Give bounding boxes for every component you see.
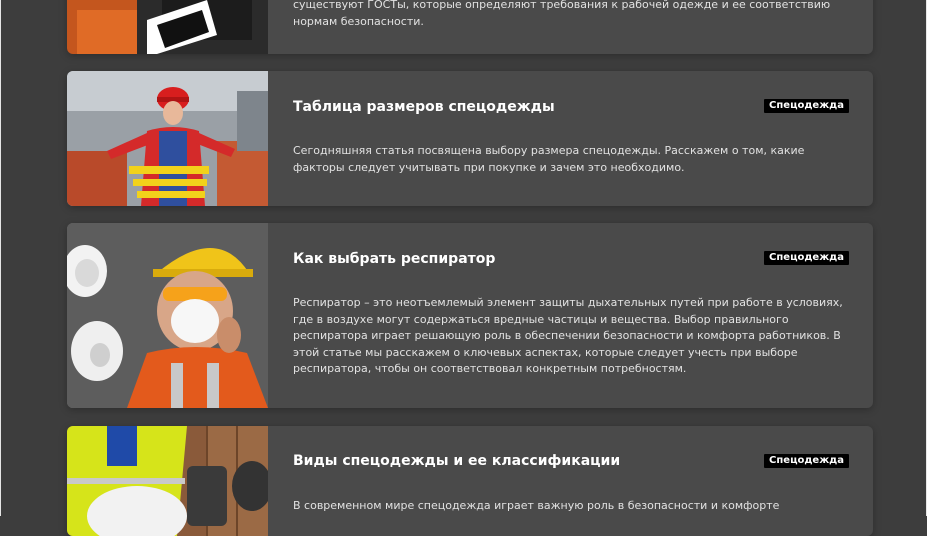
article-excerpt: В современном мире спецодежда играет важ… [293,499,780,512]
article-card-gost[interactable]: существуют ГОСТы, которые определяют тре… [67,0,873,54]
category-badge[interactable]: Спецодежда [764,454,849,468]
article-title[interactable]: Виды спецодежды и ее классификации [293,453,620,469]
frame-edge-left [0,0,1,516]
article-card-respirator[interactable]: Как выбрать респиратор Спецодежда Респир… [67,223,873,408]
article-image-respirator[interactable] [67,223,268,408]
article-image-gost[interactable] [67,0,268,54]
article-image-workwear-types[interactable] [67,426,268,536]
article-title[interactable]: Таблица размеров спецодежды [293,99,555,115]
category-badge[interactable]: Спецодежда [764,251,849,265]
article-excerpt: Респиратор – это неотъемлемый элемент за… [293,296,843,375]
article-excerpt: Сегодняшняя статья посвящена выбору разм… [293,144,805,174]
article-title[interactable]: Как выбрать респиратор [293,251,495,267]
article-card-workwear-types[interactable]: Виды спецодежды и ее классификации Спецо… [67,426,873,536]
article-card-size-table[interactable]: Таблица размеров спецодежды Спецодежда С… [67,71,873,206]
category-badge[interactable]: Спецодежда [764,99,849,113]
article-image-size-table[interactable] [67,71,268,206]
article-excerpt: существуют ГОСТы, которые определяют тре… [293,0,831,28]
